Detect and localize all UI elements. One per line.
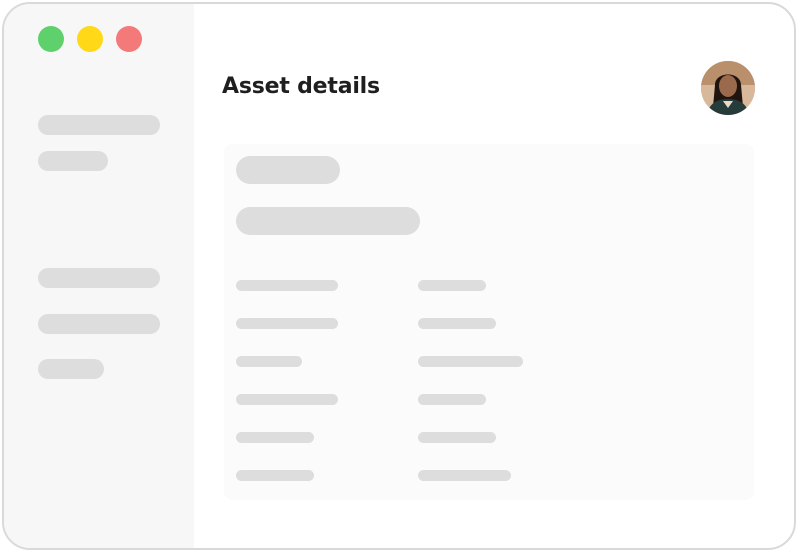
sidebar-item-placeholder[interactable] bbox=[38, 268, 160, 288]
asset-subtitle-placeholder bbox=[236, 207, 420, 235]
sidebar-item-placeholder[interactable] bbox=[38, 314, 160, 334]
sidebar-item-placeholder[interactable] bbox=[38, 151, 108, 171]
detail-value-placeholder bbox=[418, 432, 496, 443]
detail-value-placeholder bbox=[418, 318, 496, 329]
detail-label-placeholder bbox=[236, 356, 302, 367]
detail-value-placeholder bbox=[418, 470, 511, 481]
detail-label-placeholder bbox=[236, 470, 314, 481]
detail-value-placeholder bbox=[418, 394, 486, 405]
detail-label-placeholder bbox=[236, 394, 338, 405]
sidebar bbox=[4, 4, 194, 548]
avatar-portrait bbox=[701, 61, 755, 115]
app-window: Asset details bbox=[2, 2, 796, 550]
window-maximize-dot-red[interactable] bbox=[116, 26, 142, 52]
window-close-dot-green[interactable] bbox=[38, 26, 64, 52]
sidebar-item-placeholder[interactable] bbox=[38, 115, 160, 135]
detail-label-placeholder bbox=[236, 432, 314, 443]
sidebar-item-placeholder[interactable] bbox=[38, 359, 104, 379]
detail-value-placeholder bbox=[418, 280, 486, 291]
detail-label-placeholder bbox=[236, 318, 338, 329]
page-title: Asset details bbox=[222, 74, 380, 99]
detail-value-placeholder bbox=[418, 356, 523, 367]
window-minimize-dot-yellow[interactable] bbox=[77, 26, 103, 52]
asset-name-placeholder bbox=[236, 156, 340, 184]
detail-label-placeholder bbox=[236, 280, 338, 291]
user-avatar-icon[interactable] bbox=[701, 61, 755, 115]
